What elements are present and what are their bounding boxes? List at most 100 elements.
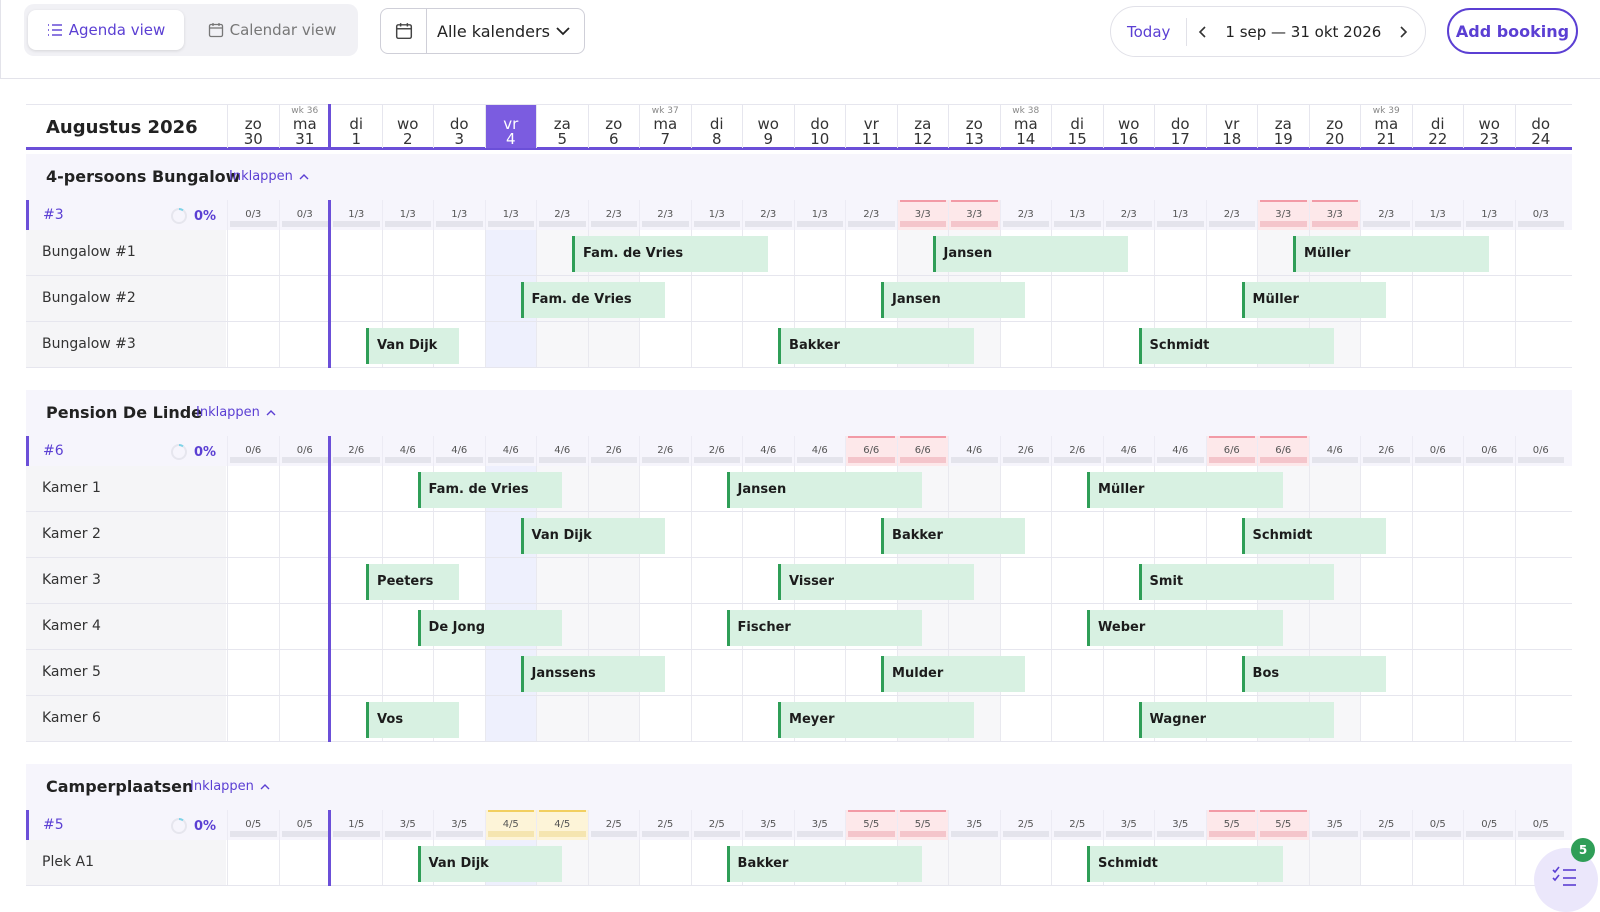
day-cell[interactable] <box>1360 604 1412 649</box>
day-cell[interactable] <box>1463 322 1515 367</box>
unit-name[interactable]: Kamer 6 <box>26 696 226 741</box>
booking-bar[interactable]: Visser <box>778 564 974 600</box>
calendar-select[interactable]: Alle kalenders <box>380 8 585 54</box>
booking-bar[interactable]: Schmidt <box>1241 518 1386 554</box>
day-cell[interactable] <box>1463 558 1515 603</box>
day-cell[interactable] <box>1360 840 1412 885</box>
day-cell[interactable] <box>587 696 639 741</box>
day-cell[interactable] <box>639 604 691 649</box>
day-cell[interactable] <box>227 840 279 885</box>
day-cell[interactable] <box>227 322 279 367</box>
day-cell[interactable] <box>793 512 846 557</box>
day-cell[interactable] <box>742 512 794 557</box>
day-cell[interactable] <box>1308 604 1360 649</box>
day-cell[interactable] <box>227 466 279 511</box>
day-cell[interactable] <box>227 604 279 649</box>
day-cell[interactable] <box>1463 276 1515 321</box>
day-cell[interactable] <box>742 650 794 695</box>
day-cell[interactable] <box>484 696 536 741</box>
day-cell[interactable] <box>1514 650 1567 695</box>
agenda-view-button[interactable]: Agenda view <box>28 10 184 50</box>
day-cell[interactable] <box>948 604 1000 649</box>
booking-bar[interactable]: Bakker <box>778 328 974 364</box>
day-cell[interactable] <box>227 276 279 321</box>
day-cell[interactable] <box>484 322 536 367</box>
day-cell[interactable] <box>536 696 588 741</box>
day-cell[interactable] <box>1514 604 1567 649</box>
day-cell[interactable] <box>639 558 691 603</box>
booking-bar[interactable]: Janssens <box>520 656 665 692</box>
day-cell[interactable] <box>1411 466 1464 511</box>
booking-bar[interactable]: Müller <box>1293 236 1489 272</box>
day-cell[interactable] <box>1411 558 1464 603</box>
unit-name[interactable]: Kamer 3 <box>26 558 226 603</box>
day-cell[interactable] <box>1308 840 1360 885</box>
day-cell[interactable] <box>999 840 1052 885</box>
booking-bar[interactable]: Fam. de Vries <box>572 236 768 272</box>
day-cell[interactable] <box>278 840 331 885</box>
day-cell[interactable] <box>278 512 331 557</box>
unit-name[interactable]: Bungalow #1 <box>26 230 226 275</box>
day-cell[interactable] <box>1205 230 1258 275</box>
collapse-toggle[interactable]: Inklappen <box>190 779 270 794</box>
day-cell[interactable] <box>1102 512 1155 557</box>
day-cell[interactable] <box>690 650 743 695</box>
booking-bar[interactable]: Vos <box>366 702 459 738</box>
add-booking-button[interactable]: Add booking <box>1447 8 1578 54</box>
booking-bar[interactable]: Mulder <box>881 656 1026 692</box>
day-cell[interactable] <box>1463 696 1515 741</box>
day-cell[interactable] <box>1411 840 1464 885</box>
day-cell[interactable] <box>278 230 331 275</box>
day-cell[interactable] <box>227 558 279 603</box>
day-cell[interactable] <box>1051 322 1103 367</box>
day-cell[interactable] <box>1360 322 1412 367</box>
day-cell[interactable] <box>1051 276 1103 321</box>
day-cell[interactable] <box>1360 466 1412 511</box>
day-cell[interactable] <box>330 650 382 695</box>
day-cell[interactable] <box>381 276 434 321</box>
day-cell[interactable] <box>1463 840 1515 885</box>
booking-bar[interactable]: Bakker <box>881 518 1026 554</box>
calendar-view-button[interactable]: Calendar view <box>202 10 342 50</box>
day-cell[interactable] <box>999 466 1052 511</box>
day-cell[interactable] <box>278 650 331 695</box>
booking-bar[interactable]: Smit <box>1138 564 1335 600</box>
booking-bar[interactable]: Bos <box>1241 656 1386 692</box>
day-cell[interactable] <box>690 512 743 557</box>
day-cell[interactable] <box>278 276 331 321</box>
day-cell[interactable] <box>330 604 382 649</box>
day-cell[interactable] <box>536 322 588 367</box>
day-cell[interactable] <box>793 276 846 321</box>
unit-name[interactable]: Kamer 2 <box>26 512 226 557</box>
day-cell[interactable] <box>1051 558 1103 603</box>
day-cell[interactable] <box>227 650 279 695</box>
day-cell[interactable] <box>1051 696 1103 741</box>
booking-bar[interactable]: Peeters <box>366 564 459 600</box>
unit-name[interactable]: Plek A1 <box>26 840 226 885</box>
day-cell[interactable] <box>278 322 331 367</box>
day-cell[interactable] <box>1514 512 1567 557</box>
day-cell[interactable] <box>227 230 279 275</box>
unit-name[interactable]: Bungalow #3 <box>26 322 226 367</box>
day-cell[interactable] <box>330 512 382 557</box>
day-cell[interactable] <box>1411 322 1464 367</box>
day-cell[interactable] <box>381 650 434 695</box>
booking-bar[interactable]: Weber <box>1087 610 1283 646</box>
collapse-toggle[interactable]: Inklappen <box>196 405 276 420</box>
day-cell[interactable] <box>1102 650 1155 695</box>
day-cell[interactable] <box>227 512 279 557</box>
booking-bar[interactable]: Müller <box>1087 472 1283 508</box>
day-cell[interactable] <box>742 276 794 321</box>
chevron-left-icon[interactable] <box>1187 25 1217 38</box>
day-cell[interactable] <box>1154 512 1206 557</box>
day-cell[interactable] <box>639 466 691 511</box>
day-cell[interactable] <box>381 512 434 557</box>
day-cell[interactable] <box>639 322 691 367</box>
day-cell[interactable] <box>1308 466 1360 511</box>
booking-bar[interactable]: Jansen <box>726 472 923 508</box>
day-cell[interactable] <box>1463 604 1515 649</box>
day-cell[interactable] <box>278 558 331 603</box>
today-button[interactable]: Today <box>1111 17 1188 46</box>
day-cell[interactable] <box>999 558 1052 603</box>
day-cell[interactable] <box>1514 558 1567 603</box>
